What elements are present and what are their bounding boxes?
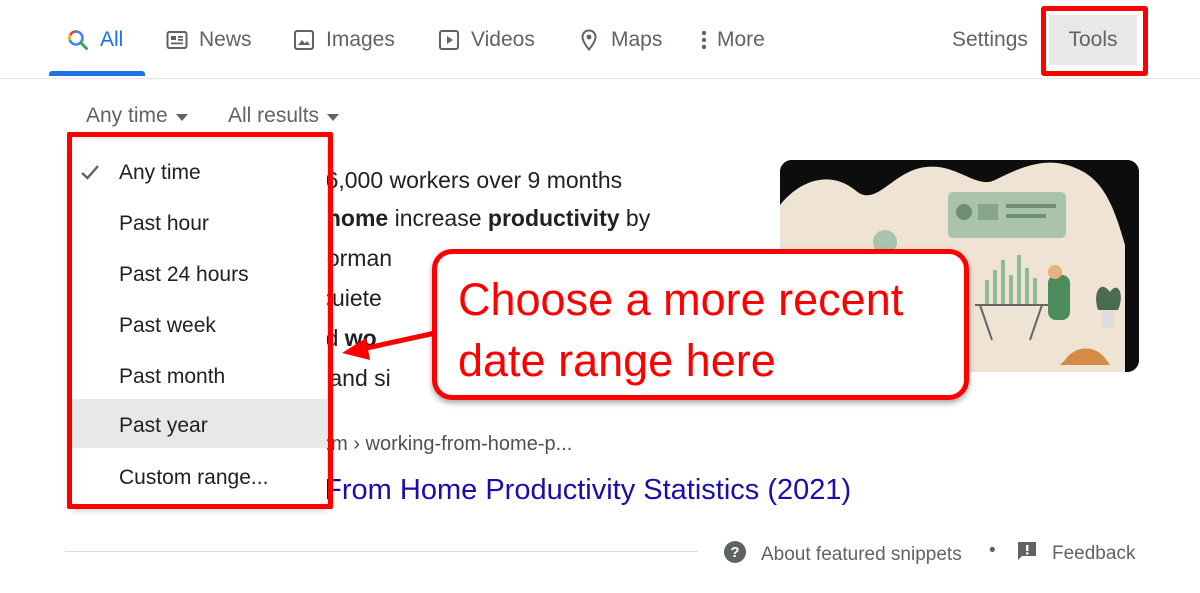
callout-line-2: date range here [458, 335, 776, 386]
annotation-callout: Choose a more recent date range here [432, 249, 969, 400]
callout-line-1: Choose a more recent [458, 274, 904, 325]
